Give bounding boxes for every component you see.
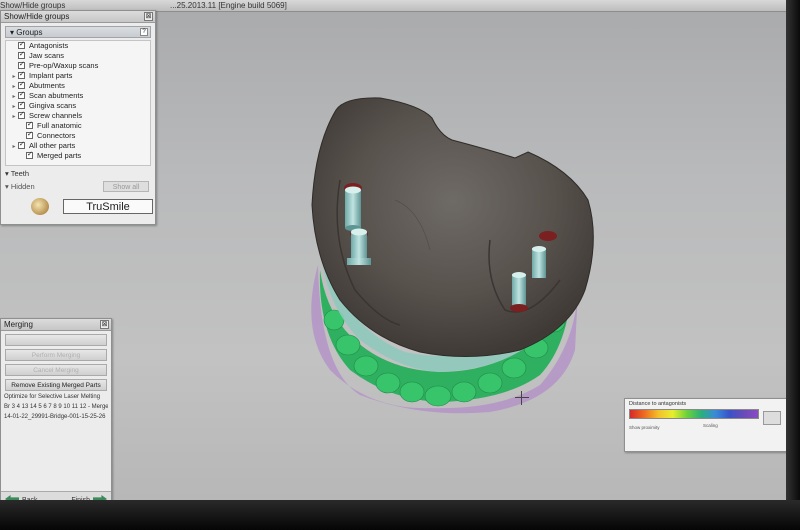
groups-section-header[interactable]: ▾ Groups ?	[5, 26, 151, 38]
merge-info-line: Br 3 4 13 14 5 6 7 8 9 10 11 12 - Merge	[4, 404, 108, 410]
teeth-label: Teeth	[10, 169, 30, 178]
merging-panel: Merging ⊠ Perform Merging Cancel Merging…	[0, 318, 112, 508]
monitor-bezel	[786, 0, 800, 512]
group-label: Jaw scans	[29, 51, 65, 60]
monitor-bezel	[0, 500, 800, 530]
visibility-checkbox[interactable]	[18, 40, 25, 50]
visibility-checkbox[interactable]	[18, 70, 25, 80]
panel-title-bar: Show/Hide groups ⊠	[1, 11, 155, 23]
group-tree-item[interactable]: ▸Implant parts	[6, 70, 150, 81]
panel-title-bar: Merging ⊠	[1, 319, 111, 331]
brand-name: TruSmile	[63, 199, 153, 214]
legend-settings-icon[interactable]	[763, 411, 781, 425]
group-label: Implant parts	[29, 71, 73, 80]
application-screen: Show/Hide groups ...25.2013.11 [Engine b…	[0, 0, 800, 512]
group-label: Screw channels	[29, 111, 82, 120]
brand-row: TruSmile	[5, 196, 153, 216]
cancel-merging-button[interactable]: Cancel Merging	[5, 364, 107, 376]
groups-tree: AntagonistsJaw scansPre-op/Waxup scans▸I…	[5, 40, 151, 166]
close-icon[interactable]: ⊠	[144, 12, 153, 21]
group-label: Merged parts	[37, 151, 82, 160]
visibility-checkbox[interactable]	[18, 50, 25, 60]
group-tree-item[interactable]: Connectors	[6, 130, 150, 141]
distance-color-scale	[629, 409, 759, 419]
group-label: Scan abutments	[29, 91, 84, 100]
monitor: Show/Hide groups ...25.2013.11 [Engine b…	[0, 0, 800, 530]
group-label: Abutments	[29, 81, 65, 90]
visibility-checkbox[interactable]	[18, 110, 25, 120]
group-label: Connectors	[37, 131, 76, 140]
group-tree-item[interactable]: ▸Scan abutments	[6, 90, 150, 101]
visibility-checkbox[interactable]	[26, 130, 33, 140]
crosshair-cursor-icon	[515, 391, 529, 405]
visibility-checkbox[interactable]	[18, 100, 25, 110]
group-tree-item[interactable]: Merged parts	[6, 150, 150, 161]
group-label: All other parts	[29, 141, 76, 150]
visibility-checkbox[interactable]	[18, 80, 25, 90]
distance-legend-panel: Distance to antagonists Show proximity S…	[624, 398, 790, 452]
legend-title: Distance to antagonists	[629, 401, 687, 407]
merge-option-button[interactable]	[5, 334, 107, 346]
scaling-label: Scaling	[703, 423, 718, 428]
groups-label: Groups	[16, 28, 43, 37]
implant-right-lower	[510, 272, 528, 312]
merge-info-line: Optimize for Selective Laser Melting	[4, 394, 101, 400]
group-tree-item[interactable]: Jaw scans	[6, 50, 150, 61]
group-tree-item[interactable]: Antagonists	[6, 40, 150, 51]
close-icon[interactable]: ⊠	[100, 320, 109, 329]
help-icon[interactable]: ?	[140, 28, 148, 36]
group-tree-item[interactable]: ▸Gingiva scans	[6, 100, 150, 111]
brand-logo-icon	[31, 198, 49, 215]
group-label: Antagonists	[29, 41, 69, 50]
group-label: Gingiva scans	[29, 101, 77, 110]
teeth-section-header[interactable]: ▾ Teeth	[5, 169, 151, 179]
show-hide-groups-panel: Show/Hide groups ⊠ ▾ Groups ? Antagonist…	[0, 10, 156, 225]
group-label: Full anatomic	[37, 121, 82, 130]
visibility-checkbox[interactable]	[18, 60, 25, 70]
panel-title: Merging	[4, 320, 33, 329]
group-tree-item[interactable]: ▸Abutments	[6, 80, 150, 91]
perform-merging-button[interactable]: Perform Merging	[5, 349, 107, 361]
merge-info-line: 14-01-22_29991-Bridge-001-15-25-26	[4, 414, 106, 420]
panel-title: Show/Hide groups	[4, 12, 70, 21]
visibility-checkbox[interactable]	[26, 120, 33, 130]
show-all-button[interactable]: Show all	[103, 181, 149, 192]
hidden-label: Hidden	[10, 182, 35, 191]
visibility-checkbox[interactable]	[26, 150, 33, 160]
hidden-section-header[interactable]: ▾ Hidden Show all	[5, 181, 151, 192]
visibility-checkbox[interactable]	[18, 140, 25, 150]
implant-left-upper	[344, 183, 362, 231]
proximity-label: Show proximity	[629, 425, 660, 430]
visibility-checkbox[interactable]	[18, 90, 25, 100]
group-tree-item[interactable]: Pre-op/Waxup scans	[6, 60, 150, 71]
remove-merged-parts-button[interactable]: Remove Existing Merged Parts	[5, 379, 107, 391]
group-label: Pre-op/Waxup scans	[29, 61, 99, 70]
